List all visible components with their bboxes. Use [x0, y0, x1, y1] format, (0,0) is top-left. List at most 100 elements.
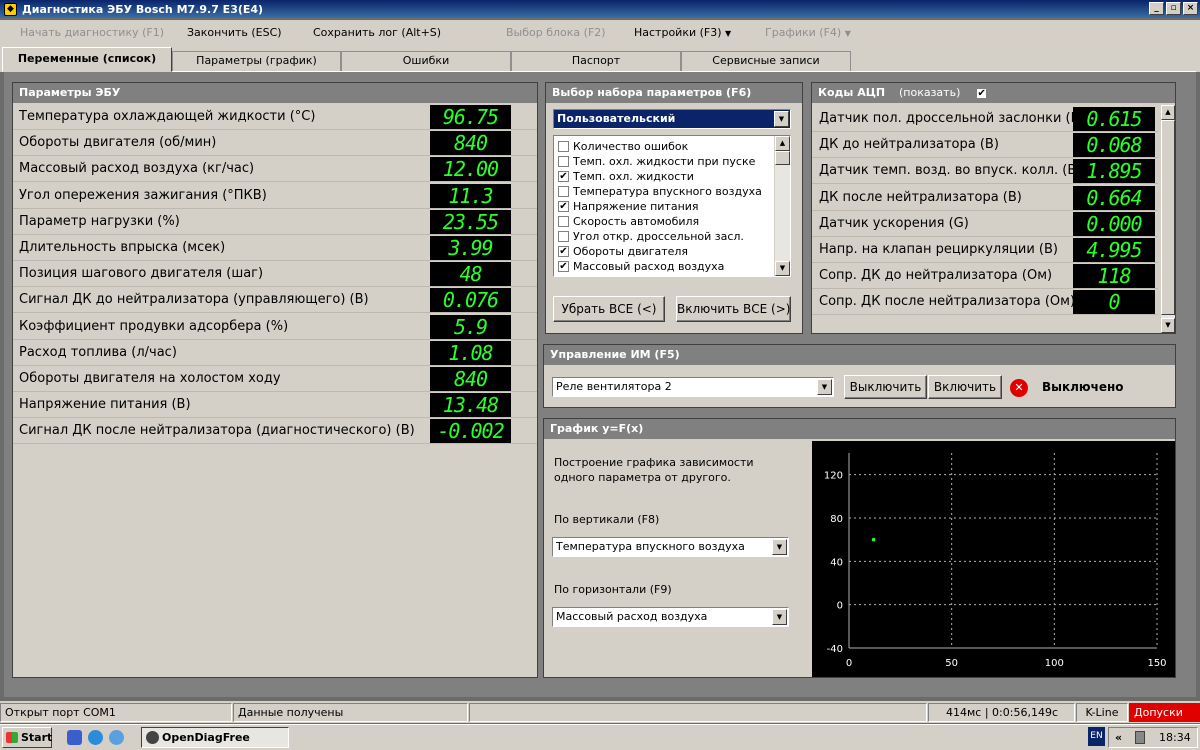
graph-description: Построение графика зависимости одного па… — [554, 456, 754, 484]
param-checkbox[interactable] — [558, 156, 569, 167]
row-divider — [13, 364, 537, 366]
tray-expand-icon[interactable]: « — [1115, 728, 1122, 747]
chevron-down-icon[interactable]: ▼ — [772, 609, 787, 625]
minimize-button[interactable]: _ — [1149, 2, 1164, 15]
param-checkbox[interactable] — [558, 186, 569, 197]
row-divider — [13, 260, 537, 261]
close-button[interactable]: × — [1183, 2, 1198, 15]
scroll-up-icon[interactable]: ▲ — [775, 136, 790, 151]
row-divider — [13, 338, 537, 340]
chevron-down-icon[interactable]: ▼ — [774, 111, 789, 127]
remove-all-button[interactable]: Убрать ВСЕ (<) — [553, 296, 665, 322]
tray-device-icon[interactable] — [1135, 731, 1145, 744]
param-set-item[interactable]: Количество ошибок — [554, 139, 790, 154]
windows-logo-icon — [6, 732, 18, 743]
ecu-param-value: 12.00 — [430, 157, 511, 182]
param-checkbox[interactable]: ✔ — [558, 261, 569, 272]
ecu-param-label: Позиция шагового двигателя (шаг) — [19, 266, 264, 282]
vertical-param-select[interactable]: Температура впускного воздуха ▼ — [552, 537, 789, 557]
menu-graphs[interactable]: Графики (F4) ▼ — [765, 26, 851, 39]
param-checkbox[interactable] — [558, 141, 569, 152]
scatter-chart: 0 50 100 150-4004080120 — [812, 441, 1175, 677]
start-button[interactable]: Start — [2, 727, 52, 748]
tab-parameters-graph[interactable]: Параметры (график) — [172, 51, 341, 71]
param-list-scrollbar[interactable]: ▲ ▼ — [774, 136, 790, 276]
adc-value: 118 — [1073, 264, 1155, 289]
ecu-params-panel: Параметры ЭБУ Температура охлаждающей жи… — [12, 82, 538, 678]
param-set-item[interactable]: ✔ Обороты двигателя — [554, 244, 790, 259]
tab-variables-list[interactable]: Переменные (список) — [2, 47, 172, 72]
tab-content: Параметры ЭБУ Температура охлаждающей жи… — [4, 71, 1196, 697]
param-set-item[interactable]: Температура впускного воздуха — [554, 184, 790, 199]
adc-row: Датчик темп. возд. во впуск. колл. (В) 1.… — [812, 159, 1158, 185]
menu-settings[interactable]: Настройки (F3) ▼ — [634, 26, 731, 39]
internet-explorer-icon[interactable] — [88, 730, 103, 745]
menu-save-log[interactable]: Сохранить лог (Alt+S) — [313, 26, 441, 39]
param-checkbox[interactable]: ✔ — [558, 201, 569, 212]
param-checkbox[interactable] — [558, 231, 569, 242]
menu-finish[interactable]: Закончить (ESC) — [187, 26, 282, 39]
param-item-label: Темп. охл. жидкости при пуске — [573, 155, 756, 168]
y-tick-label: 40 — [830, 557, 843, 568]
param-checkbox[interactable]: ✔ — [558, 171, 569, 182]
actuator-status: Выключено — [1042, 380, 1124, 394]
scroll-down-icon[interactable]: ▼ — [1161, 318, 1175, 333]
param-set-select[interactable]: Пользовательский ▼ — [553, 109, 791, 129]
menu-select-block[interactable]: Выбор блока (F2) — [506, 26, 606, 39]
adc-value: 0 — [1073, 290, 1155, 315]
adc-label: Датчик ускорения (G) — [819, 215, 969, 231]
param-set-item[interactable]: ✔ Массовый расход воздуха — [554, 259, 790, 274]
ecu-param-label: Массовый расход воздуха (кг/час) — [19, 161, 255, 177]
horizontal-param-select[interactable]: Массовый расход воздуха ▼ — [552, 607, 789, 627]
scroll-up-icon[interactable]: ▲ — [1161, 105, 1175, 120]
y-tick-label: 0 — [837, 601, 843, 612]
param-set-item[interactable]: Темп. охл. жидкости при пуске — [554, 154, 790, 169]
ecu-param-label: Параметр нагрузки (%) — [19, 213, 180, 229]
scroll-down-icon[interactable]: ▼ — [775, 261, 790, 276]
chevron-down-icon[interactable]: ▼ — [817, 379, 832, 395]
scroll-thumb[interactable] — [1161, 120, 1175, 315]
adc-scrollbar[interactable]: ▲ ▼ — [1160, 105, 1175, 333]
status-port: Открыт порт COM1 — [0, 703, 232, 722]
show-desktop-icon[interactable] — [67, 730, 82, 745]
adc-value: 0.615 — [1073, 107, 1155, 131]
opendiag-app-icon — [146, 731, 159, 744]
tab-errors[interactable]: Ошибки — [341, 51, 511, 71]
restore-button[interactable]: ▫ — [1166, 2, 1181, 15]
adc-value: 4.995 — [1073, 238, 1155, 262]
media-player-icon[interactable] — [109, 730, 124, 745]
ecu-param-row: Параметр нагрузки (%) 23.55 — [13, 209, 537, 235]
adc-value: 0.664 — [1073, 185, 1155, 210]
param-set-list[interactable]: Количество ошибок Темп. охл. жидкости при… — [553, 135, 791, 277]
chevron-down-icon[interactable]: ▼ — [772, 539, 787, 555]
adc-row: ДК до нейтрализатора (В) 0.068 — [812, 133, 1158, 159]
param-checkbox[interactable] — [558, 216, 569, 227]
adc-value: 1.895 — [1073, 159, 1155, 184]
ecu-param-label: Расход топлива (л/час) — [19, 344, 177, 360]
taskbar-item-opendiag[interactable]: OpenDiagFree — [141, 727, 289, 748]
param-set-item[interactable]: Угол откр. дроссельной засл. — [554, 229, 790, 244]
include-all-button[interactable]: Включить ВСЕ (>) — [676, 296, 791, 322]
param-set-item[interactable]: ✔ Темп. охл. жидкости — [554, 169, 790, 184]
turn-off-button[interactable]: Выключить — [844, 375, 927, 399]
actuator-select[interactable]: Реле вентилятора 2 ▼ — [552, 377, 834, 397]
tab-passport[interactable]: Паспорт — [511, 51, 681, 71]
adc-row: Напр. на клапан рециркуляции (В) 4.995 — [812, 238, 1158, 263]
language-indicator[interactable]: EN — [1088, 727, 1105, 746]
param-item-label: Угол откр. дроссельной засл. — [573, 230, 744, 243]
param-set-item[interactable]: ✔ Напряжение питания — [554, 199, 790, 214]
ecu-param-row: Обороты двигателя на холостом ходу 840 — [13, 367, 537, 392]
menu-start-diagnostics[interactable]: Начать диагностику (F1) — [20, 26, 164, 39]
ecu-param-label: Длительность впрыска (мсек) — [19, 240, 226, 255]
ecu-param-label: Коэффициент продувки адсорбера (%) — [19, 318, 289, 334]
ecu-param-value: 48 — [430, 262, 511, 287]
adc-show-checkbox[interactable]: ✔ — [976, 87, 988, 99]
tab-service-records[interactable]: Сервисные записи — [681, 51, 851, 71]
scroll-thumb[interactable] — [775, 151, 790, 165]
param-checkbox[interactable]: ✔ — [558, 246, 569, 257]
param-set-item[interactable]: Скорость автомобиля — [554, 214, 790, 229]
param-item-label: Обороты двигателя — [573, 245, 689, 258]
ecu-param-value: 23.55 — [430, 209, 511, 234]
row-divider — [13, 443, 537, 445]
turn-on-button[interactable]: Включить — [928, 375, 1002, 399]
